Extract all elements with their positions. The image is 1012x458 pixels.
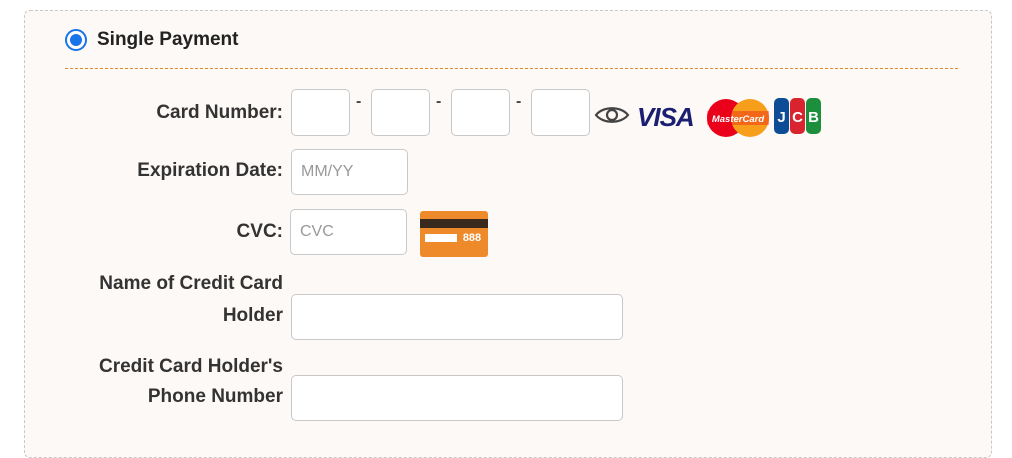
holder-name-label-line2: Holder <box>222 305 283 326</box>
expiration-date-input[interactable] <box>291 149 408 195</box>
cvc-input[interactable] <box>290 209 407 255</box>
cvc-card-icon: 888 <box>420 211 488 257</box>
card-number-input-4[interactable] <box>531 89 590 136</box>
card-number-input-3[interactable] <box>451 89 510 136</box>
svg-text:C: C <box>792 109 803 126</box>
card-number-input-1[interactable] <box>291 89 350 136</box>
single-payment-label[interactable]: Single Payment <box>97 29 239 51</box>
cvc-card-text: 888 <box>463 232 481 244</box>
svg-text:J: J <box>777 109 785 126</box>
mastercard-logo: MasterCard <box>707 99 769 137</box>
holder-phone-input[interactable] <box>291 375 623 421</box>
expiration-date-label: Expiration Date: <box>137 160 283 181</box>
card-number-separator: - <box>516 93 522 110</box>
card-number-separator: - <box>356 93 362 110</box>
mastercard-logo-text: MasterCard <box>712 114 764 125</box>
holder-name-input[interactable] <box>291 294 623 340</box>
single-payment-radio[interactable] <box>65 29 87 51</box>
visa-logo: VISA <box>637 102 695 132</box>
holder-name-label-line1: Name of Credit Card <box>99 273 283 294</box>
payment-panel: Single Payment Card Number: - - - VISA M… <box>24 10 992 458</box>
eye-icon[interactable] <box>594 103 630 127</box>
jcb-logo: J C B <box>774 98 821 134</box>
card-number-input-2[interactable] <box>371 89 430 136</box>
svg-text:B: B <box>808 109 819 126</box>
holder-phone-label-line1: Credit Card Holder's <box>99 356 283 377</box>
cvc-label: CVC: <box>236 221 283 242</box>
card-number-separator: - <box>436 93 442 110</box>
card-number-label: Card Number: <box>156 102 283 123</box>
holder-phone-label-line2: Phone Number <box>147 386 283 407</box>
payment-option-header: Single Payment <box>65 11 958 69</box>
